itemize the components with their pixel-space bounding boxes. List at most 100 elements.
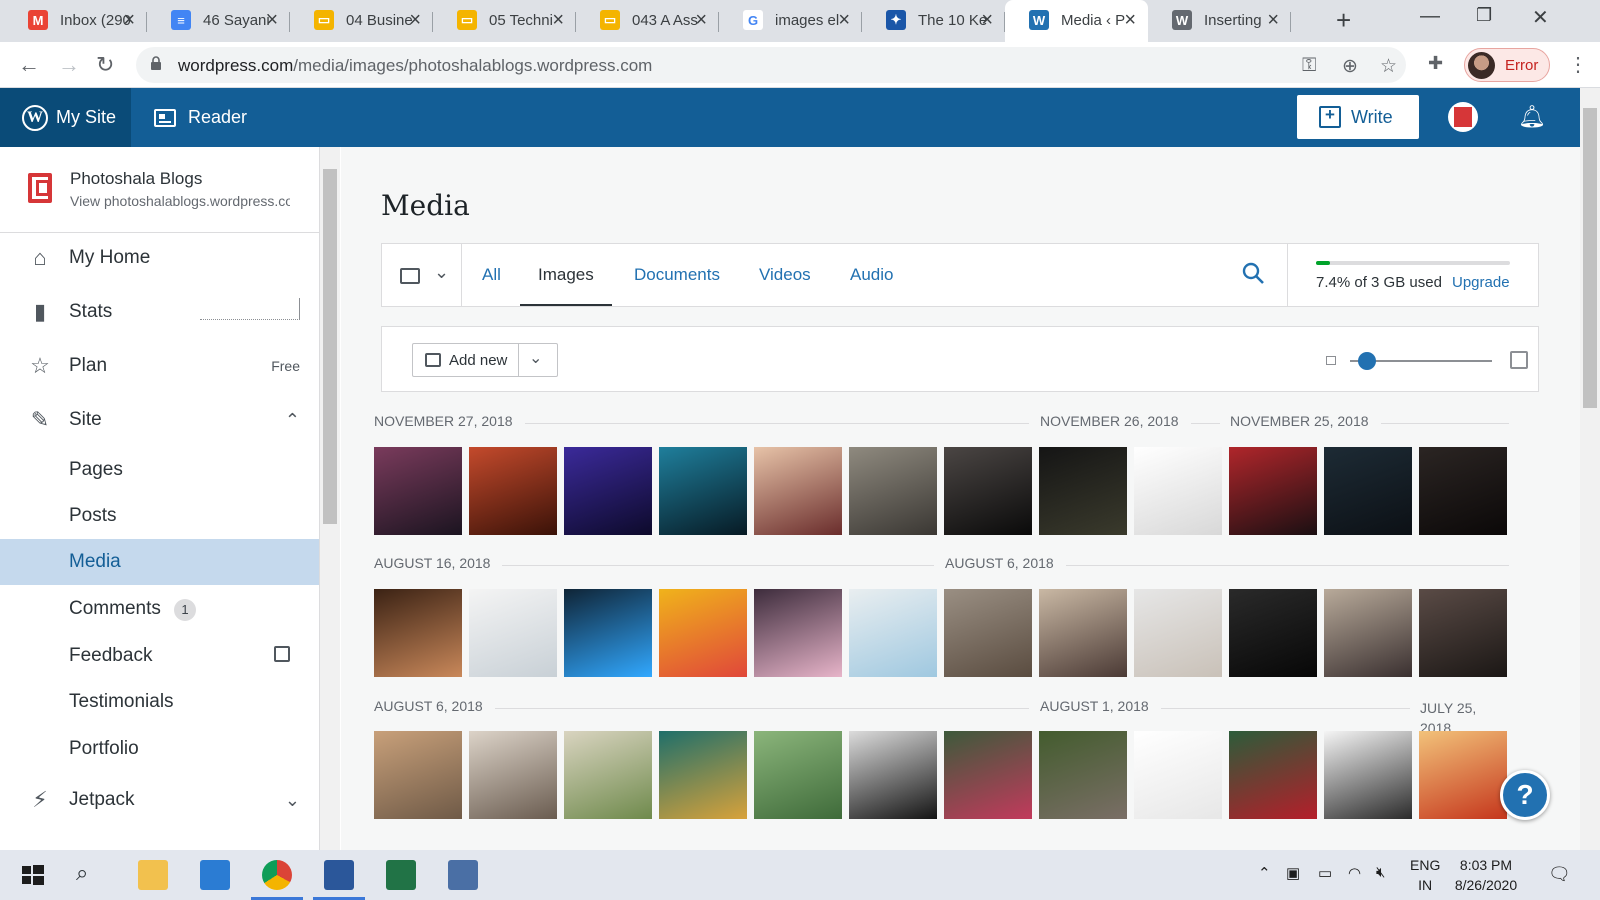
tab-documents[interactable]: Documents (634, 244, 720, 306)
media-thumbnail[interactable] (564, 731, 652, 819)
my-site-button[interactable]: W My Site (0, 88, 131, 147)
sidebar-item-stats[interactable]: ▮ Stats (0, 288, 319, 336)
minimize-button[interactable]: — (1420, 5, 1440, 28)
media-thumbnail[interactable] (1324, 731, 1412, 819)
reload-icon[interactable]: ↻ (96, 52, 114, 78)
media-thumbnail[interactable] (1324, 589, 1412, 677)
media-thumbnail[interactable] (469, 731, 557, 819)
media-thumbnail[interactable] (374, 731, 462, 819)
sidebar-item-feedback[interactable]: Feedback (0, 633, 319, 679)
media-thumbnail[interactable] (944, 731, 1032, 819)
media-thumbnail[interactable] (944, 589, 1032, 677)
close-tab-icon[interactable]: × (552, 9, 564, 32)
media-thumbnail[interactable] (1419, 589, 1507, 677)
reader-button[interactable]: Reader (154, 88, 247, 147)
sidebar-item-jetpack[interactable]: ⚡︎ Jetpack ⌄ (0, 776, 319, 824)
page-scrollbar[interactable] (1580, 88, 1600, 850)
wifi-icon[interactable]: ◠ (1348, 864, 1361, 882)
search-icon[interactable]: ⌕ (76, 860, 106, 890)
close-tab-icon[interactable]: × (266, 9, 278, 32)
forward-icon[interactable]: → (58, 52, 80, 78)
speaker-muted-icon[interactable]: 🔇︎ (1376, 864, 1385, 881)
restore-button[interactable]: ❐ (1476, 5, 1492, 26)
media-thumbnail[interactable] (849, 731, 937, 819)
windows-start-icon[interactable] (18, 860, 48, 890)
media-thumbnail[interactable] (374, 589, 462, 677)
tray-app-icon[interactable]: ▣ (1286, 864, 1300, 882)
browser-tab[interactable]: ▭ 043 A Ass × (576, 0, 719, 42)
help-button[interactable]: ? (1500, 770, 1550, 820)
back-icon[interactable]: ← (18, 52, 40, 78)
chevron-down-icon[interactable]: ⌄ (529, 348, 542, 368)
language-indicator[interactable]: ENG IN (1410, 855, 1440, 895)
media-thumbnail[interactable] (1134, 731, 1222, 819)
tab-audio[interactable]: Audio (850, 244, 893, 306)
sidebar-item-plan[interactable]: ☆ Plan Free (0, 342, 319, 390)
media-thumbnail[interactable] (564, 589, 652, 677)
add-icon[interactable]: ⊕ (1342, 55, 1358, 78)
media-thumbnail[interactable] (469, 447, 557, 535)
media-thumbnail[interactable] (754, 731, 842, 819)
browser-tab[interactable]: ▭ 05 Techni × (433, 0, 576, 42)
media-thumbnail[interactable] (849, 589, 937, 677)
calculator-icon[interactable] (448, 860, 478, 890)
upgrade-link[interactable]: Upgrade (1452, 274, 1510, 291)
close-tab-icon[interactable]: × (409, 9, 421, 32)
browser-tab[interactable]: ≡ 46 Sayani × (147, 0, 290, 42)
media-thumbnail[interactable] (564, 447, 652, 535)
sidebar-item-portfolio[interactable]: Portfolio (0, 726, 319, 772)
write-button[interactable]: Write (1297, 95, 1419, 139)
word-icon[interactable] (324, 860, 354, 890)
notifications-icon[interactable]: 🗨︎ (1548, 864, 1571, 885)
media-thumbnail[interactable] (469, 589, 557, 677)
add-new-button[interactable]: Add new ⌄ (412, 343, 558, 377)
site-switcher[interactable]: Photoshala Blogs View photoshalablogs.wo… (0, 147, 319, 233)
mail-icon[interactable] (200, 860, 230, 890)
media-type-dropdown[interactable]: ⌄ (382, 244, 462, 306)
sidebar-item-posts[interactable]: Posts (0, 493, 319, 539)
media-thumbnail[interactable] (1039, 731, 1127, 819)
media-thumbnail[interactable] (1134, 447, 1222, 535)
key-icon[interactable]: ⚿ (1302, 55, 1316, 77)
zoom-slider-handle[interactable] (1358, 352, 1377, 370)
new-tab-button[interactable]: + (1336, 5, 1351, 36)
file-explorer-icon[interactable] (138, 860, 168, 890)
sidebar-item-site[interactable]: ✎ Site ⌃ (0, 396, 319, 444)
media-thumbnail[interactable] (1229, 731, 1317, 819)
profile-button[interactable]: Error (1464, 48, 1550, 82)
media-thumbnail[interactable] (1419, 447, 1507, 535)
browser-tab[interactable]: M Inbox (290 × (4, 0, 147, 42)
media-thumbnail[interactable] (1229, 447, 1317, 535)
browser-tab[interactable]: W Media ‹ P × (1005, 0, 1148, 42)
media-thumbnail[interactable] (944, 447, 1032, 535)
excel-icon[interactable] (386, 860, 416, 890)
browser-tab[interactable]: ✦ The 10 Ke × (862, 0, 1005, 42)
close-tab-icon[interactable]: × (1267, 9, 1279, 32)
media-thumbnail[interactable] (754, 447, 842, 535)
media-thumbnail[interactable] (659, 731, 747, 819)
sidebar-item-my-home[interactable]: ⌂ My Home (0, 234, 319, 282)
clock[interactable]: 8:03 PM 8/26/2020 (1446, 855, 1526, 895)
media-thumbnail[interactable] (1324, 447, 1412, 535)
sidebar-item-pages[interactable]: Pages (0, 447, 319, 493)
sidebar-scrollbar[interactable] (320, 147, 340, 850)
media-thumbnail[interactable] (659, 447, 747, 535)
sidebar-item-media[interactable]: Media (0, 539, 319, 585)
sidebar-item-comments[interactable]: Comments 1 (0, 586, 319, 632)
site-url-link[interactable]: View photoshalablogs.wordpress.com (70, 193, 290, 209)
tab-all[interactable]: All (482, 244, 501, 306)
me-avatar[interactable] (1448, 102, 1478, 132)
chevron-up-icon[interactable]: ⌃ (1258, 864, 1271, 882)
search-icon[interactable] (1242, 262, 1264, 284)
close-window-button[interactable]: ✕ (1532, 5, 1549, 30)
media-thumbnail[interactable] (1419, 731, 1507, 819)
bookmark-star-icon[interactable]: ☆ (1380, 55, 1397, 78)
close-tab-icon[interactable]: × (838, 9, 850, 32)
close-tab-icon[interactable]: × (123, 9, 135, 32)
browser-tab[interactable]: W Inserting × (1148, 0, 1291, 42)
notifications-bell-icon[interactable]: 🔔︎ (1518, 104, 1546, 130)
tab-videos[interactable]: Videos (759, 244, 811, 306)
battery-icon[interactable]: ▭ (1318, 864, 1332, 882)
media-thumbnail[interactable] (1134, 589, 1222, 677)
sidebar-item-testimonials[interactable]: Testimonials (0, 679, 319, 725)
